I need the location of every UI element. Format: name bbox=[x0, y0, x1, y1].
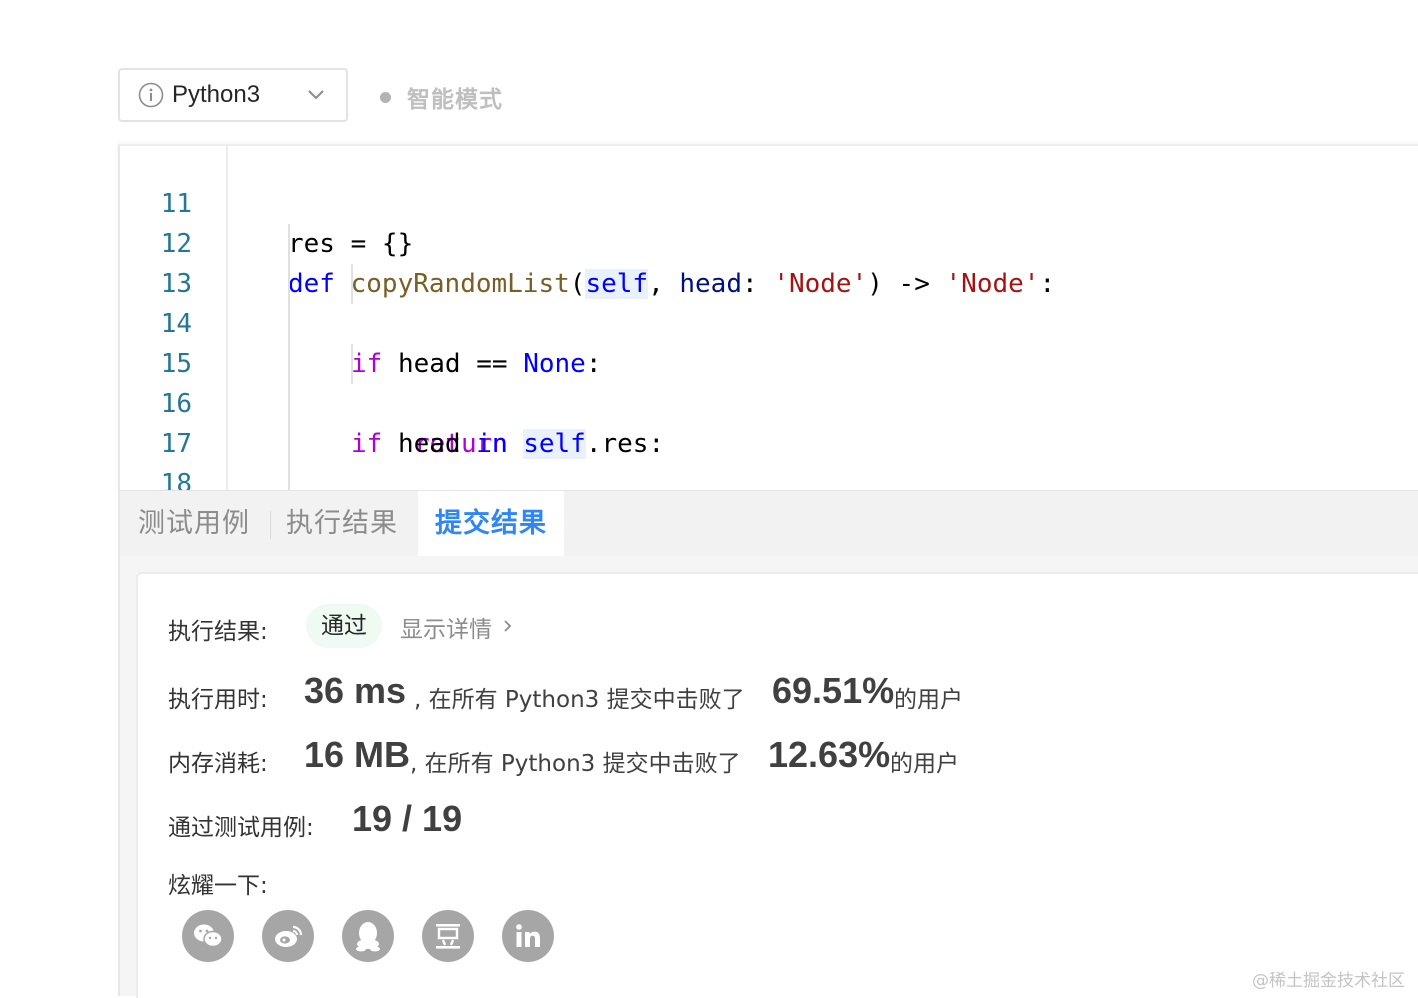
code-line: 17 node = Node(x = head.val) bbox=[120, 384, 1418, 459]
indent-guide bbox=[351, 264, 353, 304]
memory-value: 16 MB bbox=[304, 734, 411, 775]
indent-guide bbox=[288, 224, 290, 264]
memory-comparison-text: , 在所有 Python3 提交中击败了 bbox=[410, 751, 741, 777]
runtime-value: 36 ms bbox=[304, 670, 407, 711]
code-editor[interactable]: 11 res = {} 12 def copyRandomList(self, … bbox=[118, 144, 1418, 492]
runtime-label: 执行用时: bbox=[168, 687, 268, 713]
tests-passed-value: 19 / 19 bbox=[352, 798, 463, 839]
code-line: 11 res = {} bbox=[120, 146, 1418, 259]
smart-mode-toggle[interactable]: 智能模式 bbox=[380, 80, 503, 114]
runtime-tail-text: 的用户 bbox=[894, 687, 963, 713]
status-badge: 通过 bbox=[306, 604, 382, 648]
tab-divider bbox=[270, 511, 271, 539]
chevron-down-icon bbox=[308, 90, 324, 100]
memory-percent: 12.63% bbox=[768, 734, 891, 775]
runtime-comparison-text: , 在所有 Python3 提交中击败了 bbox=[414, 687, 745, 713]
language-select[interactable]: Python3 bbox=[118, 68, 348, 122]
language-label: Python3 bbox=[172, 81, 261, 108]
indent-guide bbox=[288, 264, 290, 304]
mode-label: 智能模式 bbox=[407, 87, 503, 113]
indent-guide bbox=[351, 344, 353, 384]
indent-guide bbox=[288, 424, 290, 464]
indent-guide bbox=[288, 304, 290, 344]
wechat-icon[interactable] bbox=[182, 910, 234, 962]
info-icon bbox=[138, 82, 164, 108]
code-line: 12 def copyRandomList(self, head: 'Node'… bbox=[120, 184, 1418, 299]
tab-run-result[interactable]: 执行结果 bbox=[286, 491, 398, 557]
indent-guide bbox=[288, 344, 290, 384]
runtime-percent: 69.51% bbox=[772, 670, 895, 711]
linkedin-icon[interactable] bbox=[502, 910, 554, 962]
code-line: 14 return None bbox=[120, 264, 1418, 459]
chevron-right-icon bbox=[504, 620, 512, 632]
memory-label: 内存消耗: bbox=[168, 751, 268, 777]
weibo-icon[interactable] bbox=[262, 910, 314, 962]
memory-tail-text: 的用户 bbox=[890, 751, 959, 777]
tab-submit-result[interactable]: 提交结果 bbox=[418, 491, 564, 557]
qq-icon[interactable] bbox=[342, 910, 394, 962]
tab-test-cases[interactable]: 测试用例 bbox=[138, 491, 250, 557]
code-line: 16 return self.res.get(head) bbox=[120, 344, 1418, 419]
code-line: 18 self.res[head] = node bbox=[120, 424, 1418, 492]
douban-icon[interactable] bbox=[422, 910, 474, 962]
indent-guide bbox=[288, 464, 290, 492]
share-label: 炫耀一下: bbox=[168, 873, 268, 899]
code-line: 19 node.next = self.copyRandomList(head.… bbox=[120, 464, 1418, 492]
status-label: 执行结果: bbox=[168, 619, 268, 645]
code-line: 15 if head in self.res: bbox=[120, 304, 1418, 459]
mode-status-dot bbox=[380, 91, 391, 103]
result-tabs: 测试用例 执行结果 提交结果 bbox=[118, 490, 1418, 557]
watermark: @稀土掘金技术社区 bbox=[1252, 971, 1405, 991]
tests-passed-label: 通过测试用例: bbox=[168, 815, 314, 841]
code-line: 13 if head == None: bbox=[120, 224, 1418, 379]
indent-guide bbox=[288, 384, 290, 424]
show-details-link[interactable]: 显示详情 bbox=[400, 610, 492, 644]
